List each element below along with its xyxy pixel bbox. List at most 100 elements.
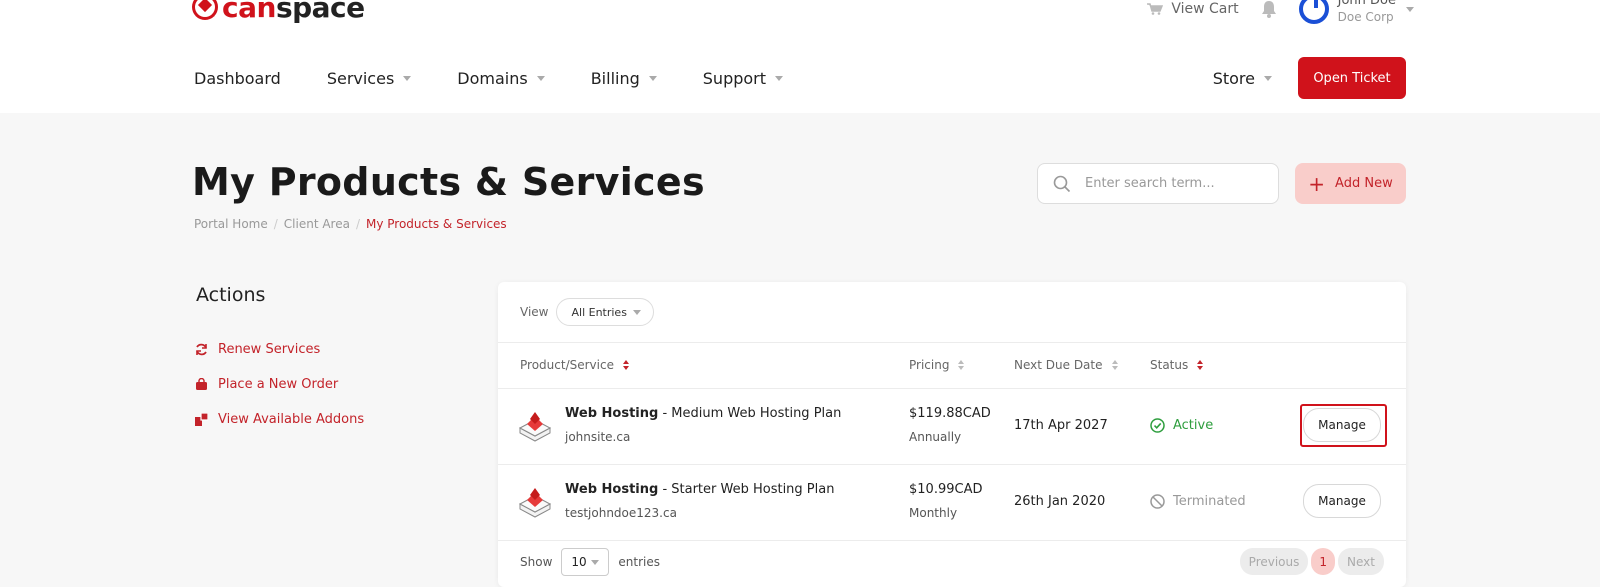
view-label: View	[520, 305, 549, 319]
product-domain: testjohndoe123.ca	[565, 506, 677, 520]
user-company: Doe Corp	[1337, 10, 1394, 24]
nav-item-label: Domains	[457, 68, 528, 88]
place-new-order-link[interactable]: Place a New Order	[195, 367, 364, 402]
table-row[interactable]: Web Hosting - Starter Web Hosting Plan t…	[498, 464, 1406, 540]
product-plan: - Starter Web Hosting Plan	[658, 482, 835, 497]
next-due-date: 17th Apr 2027	[1014, 418, 1108, 433]
price: $119.88CAD	[909, 406, 991, 421]
nav-item-dashboard[interactable]: Dashboard	[194, 69, 281, 88]
view-filter: View All Entries	[520, 298, 655, 326]
open-ticket-button[interactable]: Open Ticket	[1298, 57, 1406, 99]
user-name: John Doe	[1337, 0, 1396, 8]
ban-icon	[1150, 494, 1165, 509]
next-due-date: 26th Jan 2020	[1014, 494, 1106, 509]
search-input[interactable]	[1085, 176, 1255, 191]
main-nav: Dashboard Services Domains Billing Suppo…	[194, 64, 829, 92]
status-badge: Active	[1150, 418, 1213, 433]
addons-icon	[195, 413, 208, 426]
nav-item-billing[interactable]: Billing	[591, 69, 657, 88]
page-size-value: 10	[571, 555, 587, 569]
chevron-down-icon	[1264, 75, 1272, 81]
store-label: Store	[1212, 68, 1255, 88]
breadcrumb-client-area[interactable]: Client Area	[284, 217, 350, 231]
product-plan: - Medium Web Hosting Plan	[658, 406, 842, 421]
breadcrumb-current: My Products & Services	[366, 217, 507, 231]
view-cart-link[interactable]: View Cart	[1146, 1, 1239, 17]
next-page-button[interactable]: Next	[1338, 548, 1384, 575]
product-name: Web Hosting	[565, 482, 659, 497]
chevron-down-icon	[403, 75, 412, 81]
status-badge: Terminated	[1150, 494, 1246, 509]
nav-item-label: Billing	[590, 68, 640, 88]
view-select-value: All Entries	[571, 305, 627, 319]
status-label: Terminated	[1173, 494, 1246, 509]
topbar-right: View Cart John Doe Doe Corp	[1146, 0, 1414, 24]
bell-icon[interactable]	[1261, 0, 1277, 18]
column-header-label: Status	[1150, 358, 1189, 372]
nav-item-services[interactable]: Services	[326, 68, 412, 88]
nav-item-label: Dashboard	[194, 68, 281, 88]
add-new-label: Add New	[1335, 176, 1393, 191]
chevron-down-icon	[1406, 6, 1414, 12]
nav-right: Store Open Ticket	[1213, 57, 1406, 99]
price: $10.99CAD	[909, 482, 983, 497]
sort-icon	[1197, 360, 1204, 370]
logo-text-can: can	[222, 0, 276, 24]
view-available-addons-link[interactable]: View Available Addons	[195, 402, 364, 437]
manage-button[interactable]: Manage	[1303, 484, 1381, 518]
column-header-pricing[interactable]: Pricing	[909, 358, 965, 372]
current-page-button[interactable]: 1	[1311, 548, 1336, 575]
hosting-server-icon	[518, 488, 552, 518]
avatar	[1298, 0, 1329, 24]
sort-icon	[958, 360, 965, 370]
nav-item-label: Services	[326, 68, 395, 88]
shopping-bag-icon	[196, 378, 207, 390]
chevron-down-icon	[775, 75, 784, 81]
add-new-button[interactable]: + Add New	[1295, 163, 1406, 204]
action-label: Renew Services	[218, 342, 321, 357]
sort-icon	[622, 360, 629, 370]
logo-text-space: space	[275, 0, 365, 24]
chevron-down-icon	[591, 559, 600, 565]
table-row[interactable]: Web Hosting - Medium Web Hosting Plan jo…	[498, 388, 1406, 464]
nav-item-domains[interactable]: Domains	[457, 68, 545, 88]
nav-item-support[interactable]: Support	[702, 68, 784, 88]
pagination: Previous 1 Next	[1237, 548, 1384, 575]
product-name: Web Hosting	[565, 406, 659, 421]
nav-item-store[interactable]: Store	[1213, 69, 1272, 88]
view-cart-label: View Cart	[1171, 1, 1239, 17]
status-label: Active	[1173, 418, 1214, 433]
column-header-product[interactable]: Product/Service	[520, 358, 629, 372]
page-title: My Products & Services	[192, 160, 705, 204]
manage-button[interactable]: Manage	[1303, 408, 1381, 442]
user-menu[interactable]: John Doe Doe Corp	[1298, 0, 1414, 25]
billing-cycle: Annually	[909, 430, 962, 444]
renew-services-link[interactable]: Renew Services	[195, 332, 364, 367]
services-table-card: View All Entries Product/Service Pricing…	[498, 282, 1406, 587]
view-select[interactable]: All Entries	[556, 298, 655, 326]
table-length-control: Show 10 entries	[520, 548, 660, 576]
breadcrumb-separator: /	[355, 217, 360, 231]
previous-page-button[interactable]: Previous	[1239, 548, 1309, 575]
check-circle-icon	[1150, 418, 1165, 433]
logo[interactable]: canspace	[192, 0, 365, 24]
page-size-select[interactable]: 10	[561, 548, 610, 576]
column-header-status[interactable]: Status	[1150, 358, 1204, 372]
chevron-down-icon	[536, 75, 545, 81]
actions-list: Renew Services Place a New Order View Av…	[195, 332, 364, 437]
breadcrumb-portal-home[interactable]: Portal Home	[194, 217, 268, 231]
breadcrumb: Portal Home / Client Area / My Products …	[194, 217, 507, 231]
sort-icon	[1111, 360, 1118, 370]
search-icon	[1053, 175, 1071, 192]
column-header-label: Pricing	[909, 358, 950, 372]
search-box[interactable]	[1037, 163, 1279, 204]
product-domain: johnsite.ca	[565, 430, 631, 444]
action-label: View Available Addons	[218, 412, 365, 427]
column-header-label: Next Due Date	[1014, 358, 1103, 372]
column-header-next-due-date[interactable]: Next Due Date	[1014, 358, 1118, 372]
actions-title: Actions	[196, 284, 266, 306]
action-label: Place a New Order	[218, 377, 339, 392]
plus-icon: +	[1308, 171, 1326, 196]
nav-item-label: Support	[702, 68, 767, 88]
cart-icon	[1147, 3, 1164, 15]
